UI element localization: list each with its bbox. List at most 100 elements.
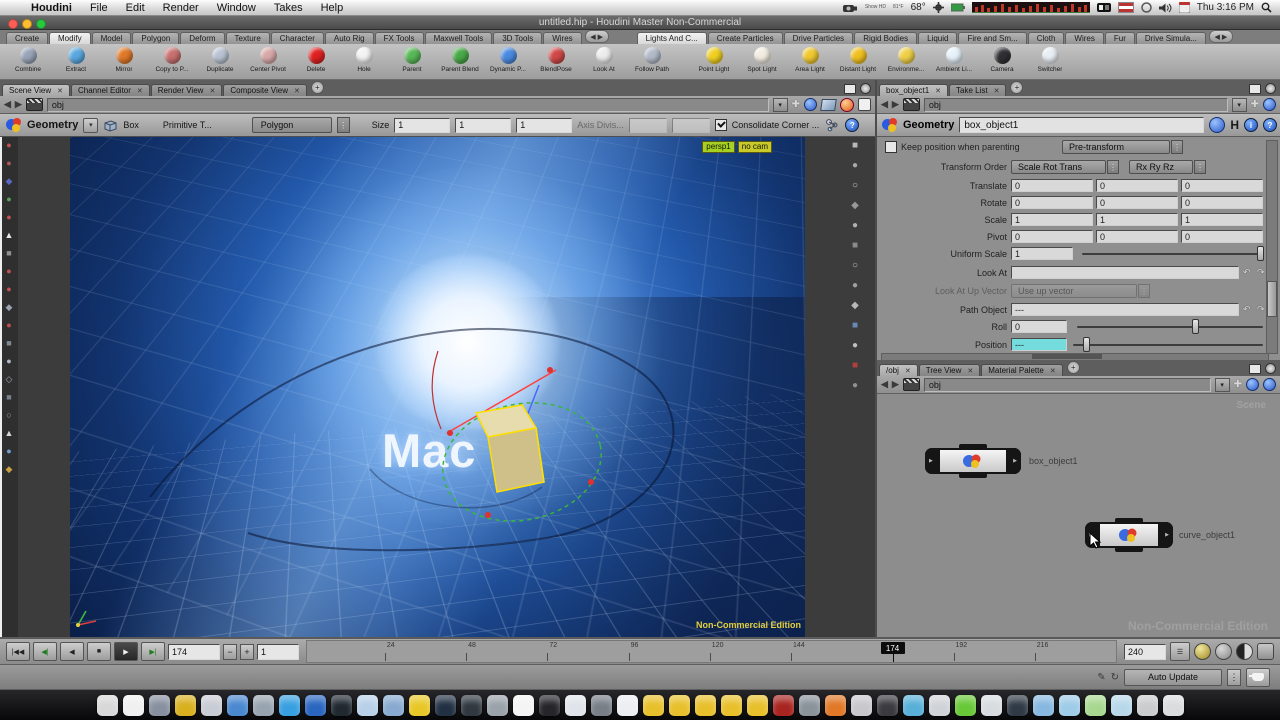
dock-app-icon[interactable]	[1059, 695, 1080, 716]
dock-app-icon[interactable]	[461, 695, 482, 716]
pane-split-icon[interactable]	[1265, 83, 1276, 94]
view-control-icon[interactable]: ○	[852, 261, 858, 271]
dock-app-icon[interactable]	[305, 695, 326, 716]
parameter-scrollbar[interactable]	[1266, 140, 1278, 354]
tool-icon[interactable]: ●	[6, 195, 11, 204]
op-pick-icon[interactable]: ↶	[1243, 267, 1251, 278]
pin-jack-icon[interactable]: ✚	[1251, 99, 1259, 110]
frame-increment-button[interactable]: +	[240, 644, 254, 660]
node-box-object1[interactable]: ▶ ▶	[925, 448, 1021, 474]
tool-icon[interactable]: ◆	[6, 465, 13, 474]
scene-viewport[interactable]: Mac persp1 no cam Non-Commercial Edition	[70, 137, 805, 637]
tool-icon[interactable]: ▲	[5, 429, 14, 438]
shelf-tab[interactable]: Create	[6, 32, 48, 44]
shelf-tab[interactable]: Drive Simula...	[1136, 32, 1206, 44]
dock-app-icon[interactable]	[357, 695, 378, 716]
next-keyframe-button[interactable]: ▶|	[141, 642, 165, 661]
tab-close-icon[interactable]: ✕	[935, 87, 941, 95]
scrollbar-thumb[interactable]	[1032, 354, 1102, 359]
tool-icon[interactable]: ◇	[6, 375, 13, 384]
dock-app-icon[interactable]	[1033, 695, 1054, 716]
pane-tab[interactable]: Composite View ✕	[223, 84, 307, 96]
help-icon[interactable]: ?	[845, 118, 859, 132]
rotate-y-field[interactable]: 0	[1096, 196, 1178, 209]
shelf-tool-button[interactable]: Area Light	[786, 44, 834, 79]
clapboard-icon[interactable]	[903, 378, 920, 391]
view-control-icon[interactable]: ■	[852, 361, 858, 371]
menu-help[interactable]: Help	[312, 2, 353, 14]
shelf-tab[interactable]: 3D Tools	[493, 32, 542, 44]
consolidate-checkbox[interactable]	[715, 119, 727, 131]
camera-menu-icon[interactable]	[842, 3, 858, 13]
current-frame-field[interactable]: 174	[168, 644, 220, 660]
help-icon[interactable]: ?	[1263, 118, 1277, 132]
shelf-tab[interactable]: Maxwell Tools	[425, 32, 493, 44]
view-control-icon[interactable]: ■	[852, 321, 858, 331]
clapboard-icon[interactable]	[903, 98, 920, 111]
translate-z-field[interactable]: 0	[1181, 179, 1263, 192]
scale-z-field[interactable]: 1	[1181, 213, 1263, 226]
box-front-face[interactable]	[488, 428, 544, 492]
dock-app-icon[interactable]	[227, 695, 248, 716]
add-pane-tab-button[interactable]: +	[311, 81, 324, 94]
pane-tab[interactable]: box_object1 ✕	[879, 84, 948, 96]
tool-icon[interactable]: ●	[6, 285, 11, 294]
translate-x-field[interactable]: 0	[1011, 179, 1093, 192]
pane-tab[interactable]: Material Palette ✕	[981, 364, 1062, 376]
dock-app-icon[interactable]	[1137, 695, 1158, 716]
tab-close-icon[interactable]: ✕	[967, 367, 973, 375]
position-field[interactable]: ---	[1011, 338, 1067, 351]
shelf-tool-button[interactable]: Center Pivot	[244, 44, 292, 79]
shelf-tool-button[interactable]: Camera	[978, 44, 1026, 79]
ical-menu-icon[interactable]	[1179, 2, 1190, 13]
shelf-tab[interactable]: Create Particles	[708, 32, 783, 44]
display-options-icon[interactable]	[858, 98, 871, 111]
render-view-icon[interactable]	[840, 98, 854, 112]
dock-app-icon[interactable]	[175, 695, 196, 716]
position-slider-handle[interactable]	[1083, 337, 1090, 352]
play-button[interactable]: ▶	[114, 642, 138, 661]
temperature-readout[interactable]: 68°	[911, 2, 926, 13]
pivot-x-field[interactable]: 0	[1011, 230, 1093, 243]
shelf-tool-button[interactable]: Ambient Li...	[930, 44, 978, 79]
dock-app-icon[interactable]	[721, 695, 742, 716]
pane-tab[interactable]: Channel Editor ✕	[71, 84, 150, 96]
op-jump-icon[interactable]: ↷	[1257, 267, 1265, 278]
shelf-tool-button[interactable]: Parent Blend	[436, 44, 484, 79]
pane-tab[interactable]: Scene View ✕	[2, 84, 70, 96]
add-pane-tab-button[interactable]: +	[1067, 361, 1080, 374]
pivot-y-field[interactable]: 0	[1096, 230, 1178, 243]
view-control-icon[interactable]: ■	[852, 141, 858, 151]
info-icon[interactable]: i	[1244, 118, 1258, 132]
shelf-tab[interactable]: Character	[271, 32, 324, 44]
uniform-scale-slider[interactable]	[1082, 253, 1263, 255]
rotate-x-field[interactable]: 0	[1011, 196, 1093, 209]
tab-close-icon[interactable]: ✕	[1050, 367, 1056, 375]
menubar-clock[interactable]: Thu 3:16 PM	[1197, 2, 1254, 13]
pane-maximize-icon[interactable]	[1249, 364, 1261, 374]
shelf-tab[interactable]: FX Tools	[375, 32, 424, 44]
size-z-field[interactable]: 1	[516, 118, 572, 133]
dock-app-icon[interactable]	[981, 695, 1002, 716]
tool-icon[interactable]: ■	[6, 249, 11, 258]
primitive-type-spinner[interactable]: ⋮	[337, 117, 350, 133]
rotate-order-dropdown[interactable]: Rx Ry Rz	[1129, 160, 1193, 174]
path-forward-button[interactable]: ▶	[892, 379, 899, 390]
path-object-field[interactable]: ---	[1011, 303, 1239, 316]
handle-point[interactable]	[588, 479, 594, 485]
view-control-icon[interactable]: ●	[852, 221, 858, 231]
dock-app-icon[interactable]	[409, 695, 430, 716]
dock-app-icon[interactable]	[383, 695, 404, 716]
playbar-options-button[interactable]: ☰	[1170, 642, 1190, 661]
shelf-tab[interactable]: Auto Rig	[325, 32, 374, 44]
shelf-tool-button[interactable]: Extract	[52, 44, 100, 79]
dock-app-icon[interactable]	[591, 695, 612, 716]
viewport-mode-icon[interactable]	[820, 99, 837, 111]
shelf-scroll-left-button[interactable]: ◀ ▶	[585, 30, 609, 43]
path-back-button[interactable]: ◀	[881, 379, 888, 390]
pivot-z-field[interactable]: 0	[1181, 230, 1263, 243]
shelf-tab[interactable]: Deform	[180, 32, 224, 44]
link-icon[interactable]	[1263, 98, 1276, 111]
realtime-toggle-icon[interactable]	[1194, 643, 1211, 660]
time-machine-menu-icon[interactable]	[1141, 2, 1152, 13]
